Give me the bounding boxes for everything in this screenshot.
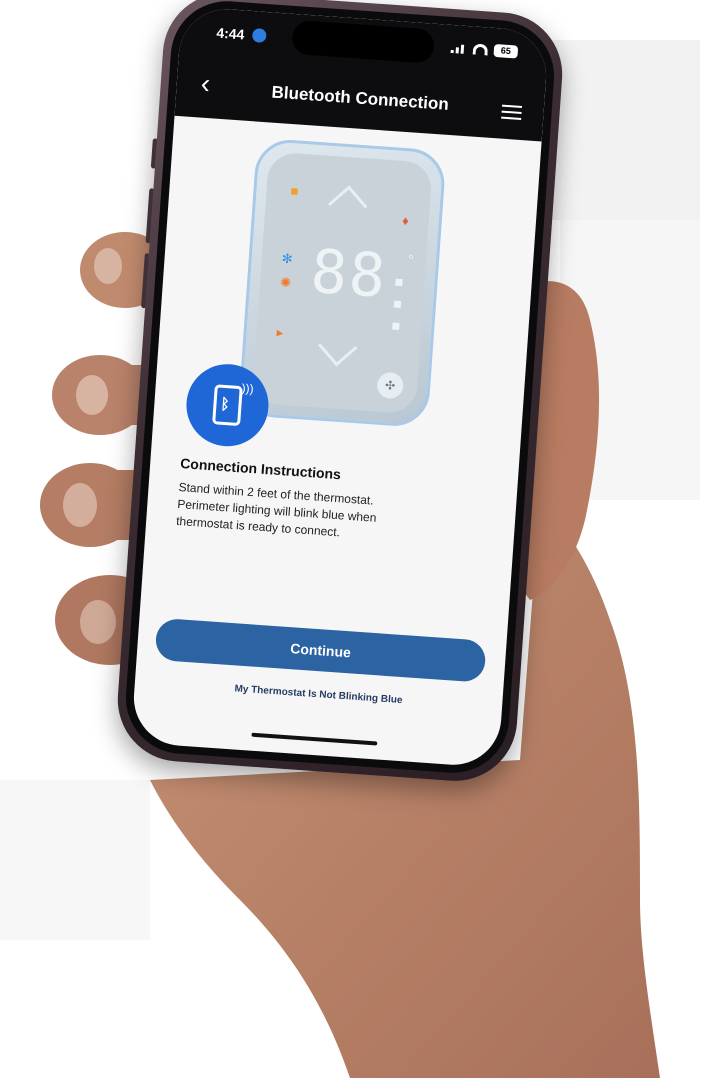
power-icon: ■ [290, 183, 299, 199]
bluetooth-phone-icon: ᛒ [212, 384, 243, 427]
fan-icon: ✣ [376, 371, 405, 400]
background-tile [0, 780, 150, 940]
location-icon [251, 28, 267, 43]
background-tile [560, 220, 700, 500]
instructions-title: Connection Instructions [179, 455, 342, 483]
page-title: Bluetooth Connection [270, 82, 450, 114]
wireless-waves-icon: ))) [241, 381, 255, 396]
not-blinking-link[interactable]: My Thermostat Is Not Blinking Blue [135, 676, 503, 713]
status-icons: 65 [450, 41, 519, 59]
emergency-heat-icon: ▸ [276, 324, 284, 340]
app-screen: 4:44 65 ‹ Bluetooth Connection 88 ° ■ ✻ … [130, 6, 550, 768]
dynamic-island [291, 19, 436, 64]
battery-icon: 65 [493, 43, 519, 59]
humidity-icon: ♦ [401, 212, 410, 229]
chevron-up-icon [327, 185, 368, 225]
thermostat-display: 88 [308, 236, 390, 312]
thermostat-face: 88 ° ■ ✻ ✺ ▸ ♦ ✣ [251, 151, 433, 415]
phone: 4:44 65 ‹ Bluetooth Connection 88 ° ■ ✻ … [113, 0, 567, 786]
wifi-icon [472, 43, 489, 56]
indicator-square [393, 300, 402, 309]
heat-icon: ✺ [279, 274, 292, 291]
degree-symbol: ° [407, 251, 415, 268]
snowflake-icon: ✻ [281, 250, 294, 267]
continue-button[interactable]: Continue [154, 617, 487, 683]
indicator-square [395, 278, 403, 287]
indicator-square [392, 322, 400, 330]
instructions-text: Stand within 2 feet of the thermostat. P… [175, 480, 377, 540]
home-indicator [251, 732, 378, 746]
menu-icon[interactable] [501, 104, 523, 120]
status-time: 4:44 [215, 24, 245, 43]
chevron-down-icon [318, 326, 358, 367]
signal-icon [450, 42, 468, 54]
thermostat-illustration: 88 ° ■ ✻ ✺ ▸ ♦ ✣ [237, 137, 447, 429]
